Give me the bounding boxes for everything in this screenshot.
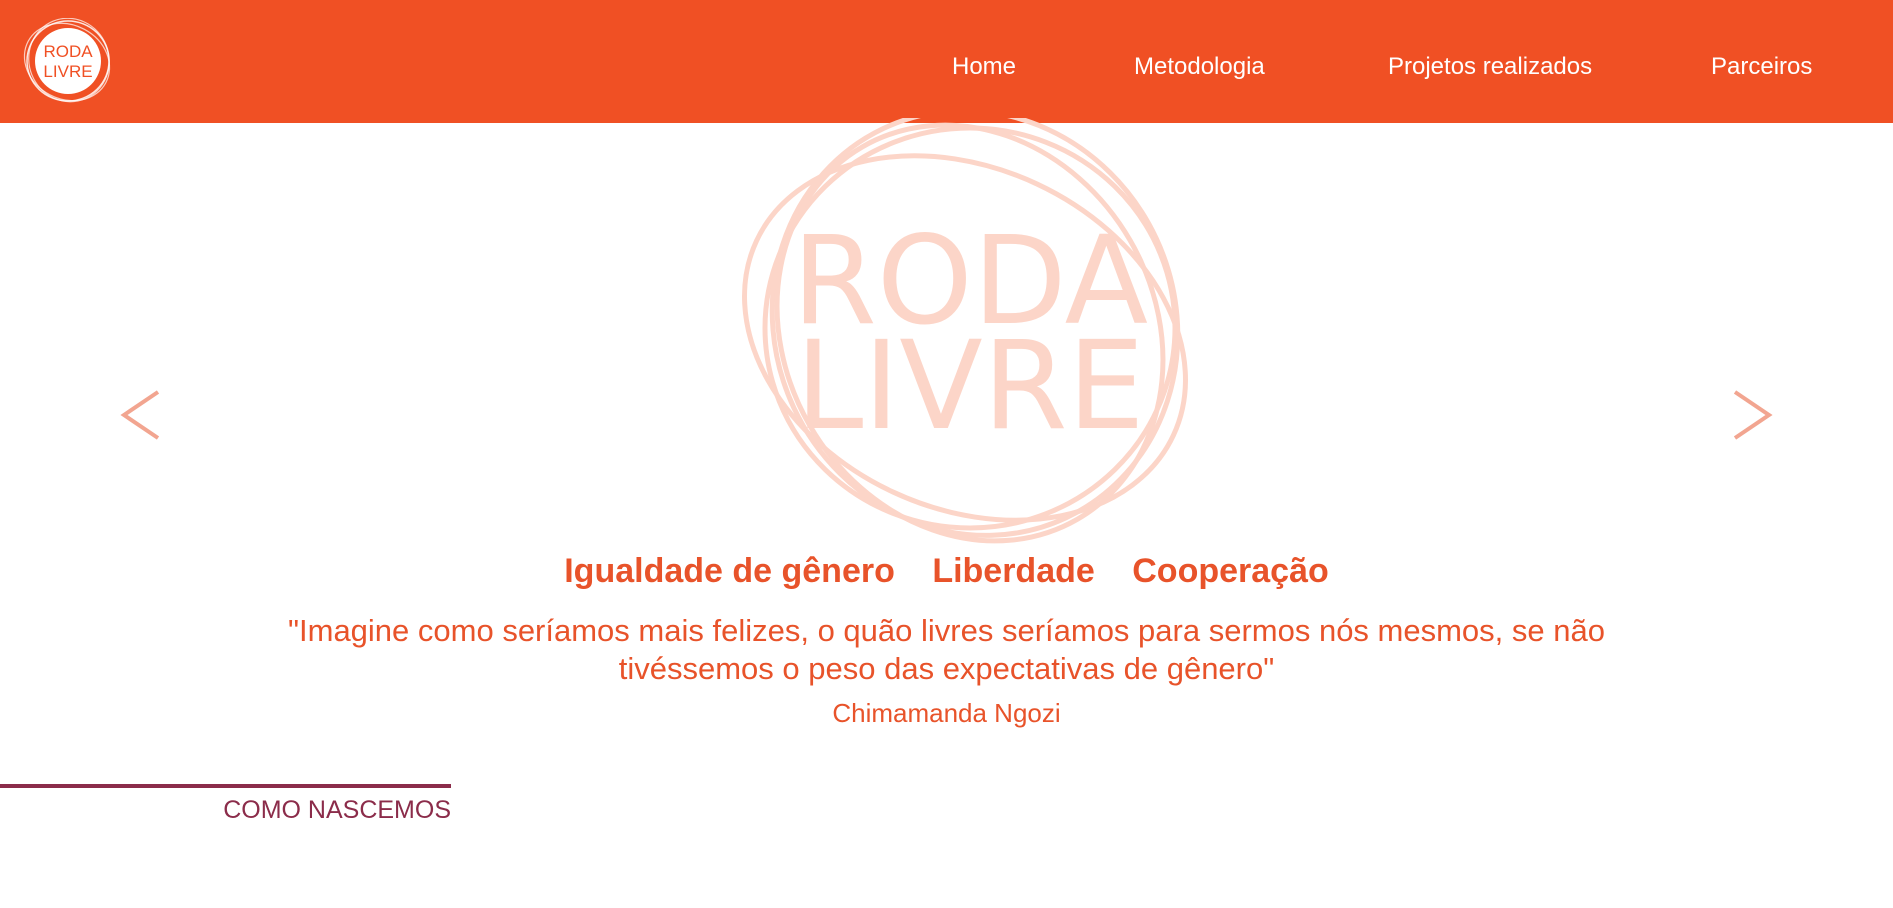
quote-text: "Imagine como seríamos mais felizes, o q… [288, 613, 1605, 686]
quote-author: Chimamanda Ngozi [832, 698, 1061, 728]
hero-logo-watermark: RODA LIVRE [742, 118, 1188, 544]
nav-home[interactable]: Home [952, 53, 1016, 81]
chevron-right-icon[interactable] [1727, 380, 1777, 450]
value-item: Liberdade [932, 552, 1095, 590]
values-list: Igualdade de gênero Liberdade Cooperação [0, 552, 1893, 591]
section-divider [0, 784, 451, 788]
section-title: COMO NASCEMOS [223, 796, 451, 824]
main-nav: Home Metodologia Projetos realizados Par… [0, 0, 1893, 123]
site-header: RODA LIVRE Home Metodologia Projetos rea… [0, 0, 1893, 123]
nav-projetos-realizados[interactable]: Projetos realizados [1388, 53, 1592, 81]
svg-text:LIVRE: LIVRE [795, 315, 1144, 457]
chevron-left-icon[interactable] [116, 380, 166, 450]
nav-parceiros[interactable]: Parceiros [1711, 53, 1812, 81]
value-item: Cooperação [1132, 552, 1329, 590]
value-item: Igualdade de gênero [564, 552, 895, 590]
nav-metodologia[interactable]: Metodologia [1134, 53, 1265, 81]
